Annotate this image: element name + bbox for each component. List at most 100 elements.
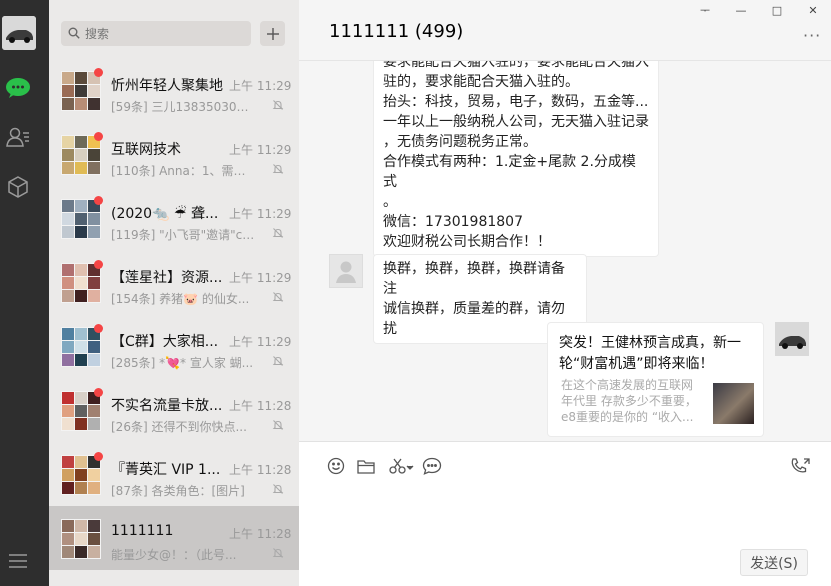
group-avatar: [61, 519, 101, 559]
chat-preview: [110条] Anna：1、需注...: [111, 164, 256, 178]
mute-bell-icon: [272, 99, 284, 115]
chat-list-item[interactable]: (2020🐀 ☔ 聋... 上午 11:29 [119条] "小飞哥"邀请"ca..…: [49, 186, 299, 250]
chat-title: 1111111 (499): [329, 21, 464, 42]
link-card-message[interactable]: 突发！王健林预言成真，新一轮“财富机遇”即将来临！ 在这个高速发展的互联网年代里…: [547, 322, 764, 437]
message-bubble[interactable]: 要求能配合天猫入驻的，要求能配合天猫入 驻的，要求能配合天猫入驻的。 抬头：科技…: [373, 61, 659, 257]
chat-list-item[interactable]: 1111111 上午 11:28 能量少女@！：（此号...: [49, 506, 299, 570]
chat-preview: [119条] "小飞哥"邀请"ca...: [111, 228, 256, 242]
pin-button[interactable]: ᅮ: [687, 0, 723, 20]
mute-bell-icon: [272, 163, 284, 179]
contacts-icon[interactable]: [0, 122, 36, 152]
my-message-avatar[interactable]: [775, 322, 809, 356]
message-line: 要求能配合天猫入驻的，要求能配合天猫入: [383, 61, 649, 70]
mute-bell-icon: [272, 547, 284, 563]
message-line: ，无债务问题税务正常。: [383, 134, 537, 150]
unread-dot: [94, 196, 103, 205]
voice-call-icon[interactable]: [789, 455, 811, 477]
chat-time: 上午 11:28: [229, 463, 292, 477]
composer[interactable]: 发送(S): [299, 442, 831, 586]
search-box[interactable]: [61, 21, 251, 46]
emoji-icon[interactable]: [325, 455, 347, 477]
chat-icon[interactable]: [0, 73, 36, 103]
chat-time: 上午 11:29: [229, 335, 292, 349]
more-options-button[interactable]: ···: [803, 26, 821, 45]
chat-list-item[interactable]: 不实名流量卡放... 上午 11:28 [26条] 还得不到你快点...: [49, 378, 299, 442]
unread-dot: [94, 452, 103, 461]
chat-name: 互联网技术: [111, 142, 181, 158]
unread-dot: [94, 260, 103, 269]
chat-list-panel: 忻州年轻人聚集地上午 11:29[59条] 三儿1383503031...互联网…: [49, 0, 299, 586]
chat-time: 上午 11:29: [229, 143, 292, 157]
message-line: 。: [383, 194, 397, 210]
link-card-title: 突发！王健林预言成真，新一轮“财富机遇”即将来临！: [559, 335, 741, 372]
plus-icon: [266, 27, 279, 40]
chat-history-icon[interactable]: [421, 455, 443, 477]
folder-icon[interactable]: [355, 455, 377, 477]
mute-bell-icon: [272, 419, 284, 435]
chat-preview: [87条] 各类角色：[图片]: [111, 484, 245, 498]
maximize-button[interactable]: □: [759, 0, 795, 20]
group-avatar: [61, 71, 101, 111]
message-line: 欢迎财税公司长期合作！！: [383, 234, 551, 250]
minimize-button[interactable]: —: [723, 0, 759, 20]
mute-bell-icon: [272, 355, 284, 371]
chat-name: 【莲星社】资源...: [111, 270, 223, 286]
search-icon: [68, 27, 80, 43]
chat-time: 上午 11:29: [229, 79, 292, 93]
group-avatar: [61, 263, 101, 303]
chat-preview: [285条] *💘* 宣人家 蝴...: [111, 356, 254, 370]
nav-rail: [0, 0, 49, 586]
group-avatar: [61, 391, 101, 431]
chat-list-item[interactable]: 互联网技术 上午 11:29 [110条] Anna：1、需注...: [49, 122, 299, 186]
close-button[interactable]: ✕: [795, 0, 831, 20]
chat-list-item[interactable]: 忻州年轻人聚集地 上午 11:29 [59条] 三儿1383503031...: [49, 58, 299, 122]
chat-preview: 能量少女@！：（此号...: [111, 548, 237, 562]
message-area[interactable]: 要求能配合天猫入驻的，要求能配合天猫入 驻的，要求能配合天猫入驻的。 抬头：科技…: [299, 61, 831, 441]
favorites-icon[interactable]: [0, 172, 36, 202]
message-line: 合作模式有两种：1.定金+尾款 2.分成模式: [383, 154, 636, 190]
message-line: 换群，换群，换群，换群请备注: [383, 261, 565, 297]
link-card-description: 在这个高速发展的互联网年代里 存款多少不重要，e8重要的是你的 “收入...: [561, 378, 697, 424]
my-avatar[interactable]: [2, 16, 36, 50]
chat-time: 上午 11:29: [229, 271, 292, 285]
screenshot-icon[interactable]: [387, 455, 415, 477]
chat-time: 上午 11:29: [229, 207, 292, 221]
chat-preview: [26条] 还得不到你快点...: [111, 420, 247, 434]
chat-preview: [154条] 养猪🐷 的仙女...: [111, 292, 250, 306]
chat-time: 上午 11:28: [229, 399, 292, 413]
chat-preview: [59条] 三儿1383503031...: [111, 100, 256, 114]
menu-icon[interactable]: [0, 546, 36, 576]
send-button[interactable]: 发送(S): [740, 549, 808, 576]
sender-avatar[interactable]: [329, 254, 363, 288]
chat-name: (2020🐀 ☔ 聋...: [111, 206, 219, 222]
chat-name: 【C群】大家相...: [111, 334, 219, 350]
message-line: 抬头：科技，贸易，电子，数码，五金等...: [383, 94, 649, 110]
group-avatar: [61, 135, 101, 175]
unread-dot: [94, 324, 103, 333]
group-avatar: [61, 327, 101, 367]
chat-name: 『菁英汇 VIP 1...: [111, 462, 221, 478]
group-avatar: [61, 455, 101, 495]
search-input[interactable]: [83, 21, 243, 46]
message-line: 一年以上一般纳税人公司，无天猫入驻记录: [383, 114, 649, 130]
message-line: 微信：17301981807: [383, 214, 523, 230]
chat-name: 忻州年轻人聚集地: [111, 78, 223, 94]
mute-bell-icon: [272, 291, 284, 307]
message-line: 驻的，要求能配合天猫入驻的。: [383, 74, 579, 90]
chat-window: ᅮ — □ ✕ 1111111 (499) ··· 要求能配合天猫入驻的，要求能…: [299, 0, 831, 586]
chat-name: 不实名流量卡放...: [111, 398, 223, 414]
link-card-thumbnail: [713, 383, 754, 424]
mute-bell-icon: [272, 483, 284, 499]
mute-bell-icon: [272, 227, 284, 243]
chat-time: 上午 11:28: [229, 527, 292, 541]
unread-dot: [94, 132, 103, 141]
chat-name: 1111111: [111, 523, 174, 539]
chat-list-item[interactable]: 『菁英汇 VIP 1... 上午 11:28 [87条] 各类角色：[图片]: [49, 442, 299, 506]
window-controls: ᅮ — □ ✕: [687, 0, 831, 20]
group-avatar: [61, 199, 101, 239]
start-group-chat-button[interactable]: [260, 21, 285, 46]
unread-dot: [94, 68, 103, 77]
chat-list-item[interactable]: 【莲星社】资源... 上午 11:29 [154条] 养猪🐷 的仙女...: [49, 250, 299, 314]
unread-dot: [94, 388, 103, 397]
chat-list-item[interactable]: 【C群】大家相... 上午 11:29 [285条] *💘* 宣人家 蝴...: [49, 314, 299, 378]
